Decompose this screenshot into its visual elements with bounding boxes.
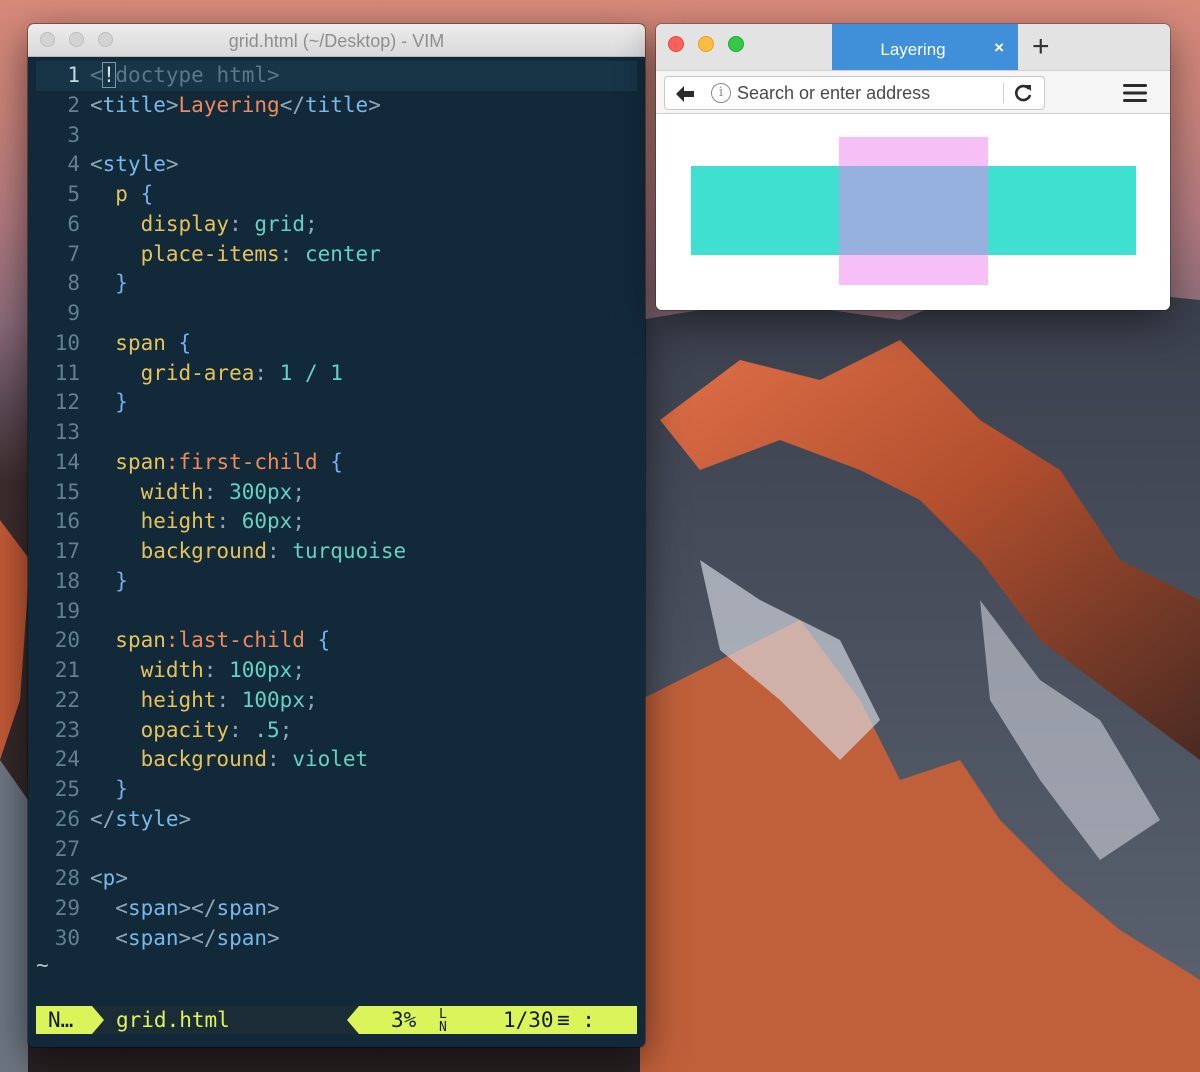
line-number: 26 bbox=[54, 806, 80, 831]
close-icon[interactable]: × bbox=[994, 38, 1004, 58]
status-position: 3% LN 1/30 ≡ : 2 bbox=[359, 1006, 645, 1035]
divider bbox=[1003, 83, 1004, 103]
vim-window[interactable]: grid.html (~/Desktop) - VIM 1 <!doctype h… bbox=[28, 24, 645, 1047]
code-line[interactable]: 7 place-items: center bbox=[36, 240, 637, 270]
new-tab-button[interactable]: + bbox=[1032, 32, 1050, 62]
line-number: 21 bbox=[54, 658, 80, 682]
reload-icon bbox=[1015, 84, 1032, 102]
line-number: 14 bbox=[54, 449, 80, 474]
code-line[interactable]: 19 bbox=[36, 597, 637, 627]
status-percent: 3% bbox=[391, 1008, 417, 1032]
address-bar[interactable]: i bbox=[703, 76, 1045, 110]
line-number: 2 bbox=[67, 92, 80, 117]
powerline-separator bbox=[347, 1006, 359, 1034]
status-column-separator: ≡ : bbox=[557, 1008, 595, 1032]
line-number: 17 bbox=[54, 539, 80, 563]
code-line[interactable]: 24 background: violet bbox=[36, 745, 637, 775]
code-line[interactable]: 23 opacity: .5; bbox=[36, 716, 637, 746]
code-line[interactable]: 14 span:first-child { bbox=[36, 448, 637, 478]
line-number: 5 bbox=[67, 182, 80, 206]
powerline-separator bbox=[92, 1006, 104, 1034]
tab-bar[interactable]: Layering × + bbox=[656, 24, 1170, 70]
line-number-icon: LN bbox=[439, 1007, 447, 1035]
line-number: 19 bbox=[54, 598, 80, 623]
line-number: 6 bbox=[67, 211, 80, 236]
line-number: 11 bbox=[54, 360, 80, 385]
window-title: grid.html (~/Desktop) - VIM bbox=[228, 31, 445, 51]
tab-layering[interactable]: Layering × bbox=[832, 24, 1018, 70]
code-line[interactable]: 18 } bbox=[36, 567, 637, 597]
line-number: 22 bbox=[54, 687, 80, 712]
vim-titlebar[interactable]: grid.html (~/Desktop) - VIM bbox=[28, 24, 645, 57]
code-line[interactable]: 1 <!doctype html> bbox=[36, 61, 637, 91]
line-number: 18 bbox=[54, 568, 80, 593]
code-line[interactable]: 11 grid-area: 1 / 1 bbox=[36, 359, 637, 389]
code-line[interactable]: 4 <style> bbox=[36, 150, 637, 180]
code-line[interactable]: 9 bbox=[36, 299, 637, 329]
info-icon[interactable]: i bbox=[711, 83, 731, 103]
vim-statusline: N… grid.html 3% LN 1/30 ≡ : 2 bbox=[36, 1006, 645, 1035]
line-number: 20 bbox=[54, 628, 80, 653]
code-line[interactable]: 29 <span></span> bbox=[36, 894, 637, 924]
hamburger-icon bbox=[1123, 84, 1147, 102]
code-line[interactable]: 17 background: turquoise bbox=[36, 537, 637, 567]
maximize-button[interactable] bbox=[728, 36, 744, 52]
code-line[interactable]: 16 height: 60px; bbox=[36, 507, 637, 537]
code-line[interactable]: 12 } bbox=[36, 388, 637, 418]
code-line[interactable]: 10 span { bbox=[36, 329, 637, 359]
navigation-toolbar: i bbox=[656, 70, 1170, 114]
code-line[interactable]: 20 span:last-child { bbox=[36, 626, 637, 656]
line-number: 16 bbox=[54, 509, 80, 534]
code-line[interactable]: 3 bbox=[36, 121, 637, 151]
minimize-button[interactable] bbox=[698, 36, 714, 52]
code-line[interactable]: 8 } bbox=[36, 269, 637, 299]
line-number: 27 bbox=[54, 836, 80, 861]
back-arrow-icon bbox=[676, 86, 694, 102]
back-button[interactable] bbox=[664, 76, 704, 110]
status-column: 2 bbox=[643, 1006, 645, 1034]
line-number: 25 bbox=[54, 777, 80, 801]
text-cursor: ! bbox=[101, 62, 117, 88]
line-number: 12 bbox=[54, 390, 80, 415]
line-number: 30 bbox=[54, 925, 80, 950]
hamburger-menu-button[interactable] bbox=[1122, 83, 1148, 103]
line-number: 29 bbox=[54, 896, 80, 920]
line-number: 13 bbox=[54, 420, 80, 444]
line-number: 10 bbox=[54, 330, 80, 355]
line-number: 3 bbox=[67, 122, 80, 147]
line-number: 7 bbox=[67, 241, 80, 266]
code-line[interactable]: 22 height: 100px; bbox=[36, 686, 637, 716]
code-line[interactable]: 6 display: grid; bbox=[36, 210, 637, 240]
line-number: 15 bbox=[54, 479, 80, 504]
code-line[interactable]: 5 p { bbox=[36, 180, 637, 210]
tab-label: Layering bbox=[880, 40, 946, 59]
violet-span bbox=[839, 137, 988, 285]
code-line[interactable]: 2 <title>Layering</title> bbox=[36, 91, 637, 121]
code-line[interactable]: 15 width: 300px; bbox=[36, 478, 637, 508]
code-line[interactable]: 26 </style> bbox=[36, 805, 637, 835]
line-number: 24 bbox=[54, 747, 80, 772]
code-line[interactable]: 28 <p> bbox=[36, 864, 637, 894]
code-line[interactable]: 30 <span></span> bbox=[36, 924, 637, 954]
close-button[interactable] bbox=[668, 36, 684, 52]
line-number: 4 bbox=[67, 152, 80, 177]
line-number: 23 bbox=[54, 717, 80, 742]
line-number: 1 bbox=[67, 63, 80, 87]
code-line[interactable]: 13 bbox=[36, 418, 637, 448]
reload-button[interactable] bbox=[1009, 79, 1037, 107]
code-line[interactable]: 21 width: 100px; bbox=[36, 656, 637, 686]
status-filename: grid.html bbox=[116, 1008, 230, 1032]
browser-window[interactable]: Layering × + i bbox=[656, 24, 1170, 310]
code-line[interactable]: 25 } bbox=[36, 775, 637, 805]
line-number: 28 bbox=[54, 866, 80, 891]
mode-indicator: N… bbox=[36, 1006, 92, 1034]
page-content bbox=[656, 114, 1170, 310]
line-number: 8 bbox=[67, 271, 80, 296]
editor-buffer[interactable]: 1 <!doctype html> 2 <title>Layering</title… bbox=[36, 61, 637, 978]
url-input[interactable] bbox=[737, 81, 997, 105]
line-number: 9 bbox=[67, 301, 80, 325]
code-line[interactable]: 27 bbox=[36, 835, 637, 865]
empty-line-marker: ~ bbox=[36, 952, 49, 977]
status-line-position: 1/30 bbox=[503, 1008, 554, 1032]
